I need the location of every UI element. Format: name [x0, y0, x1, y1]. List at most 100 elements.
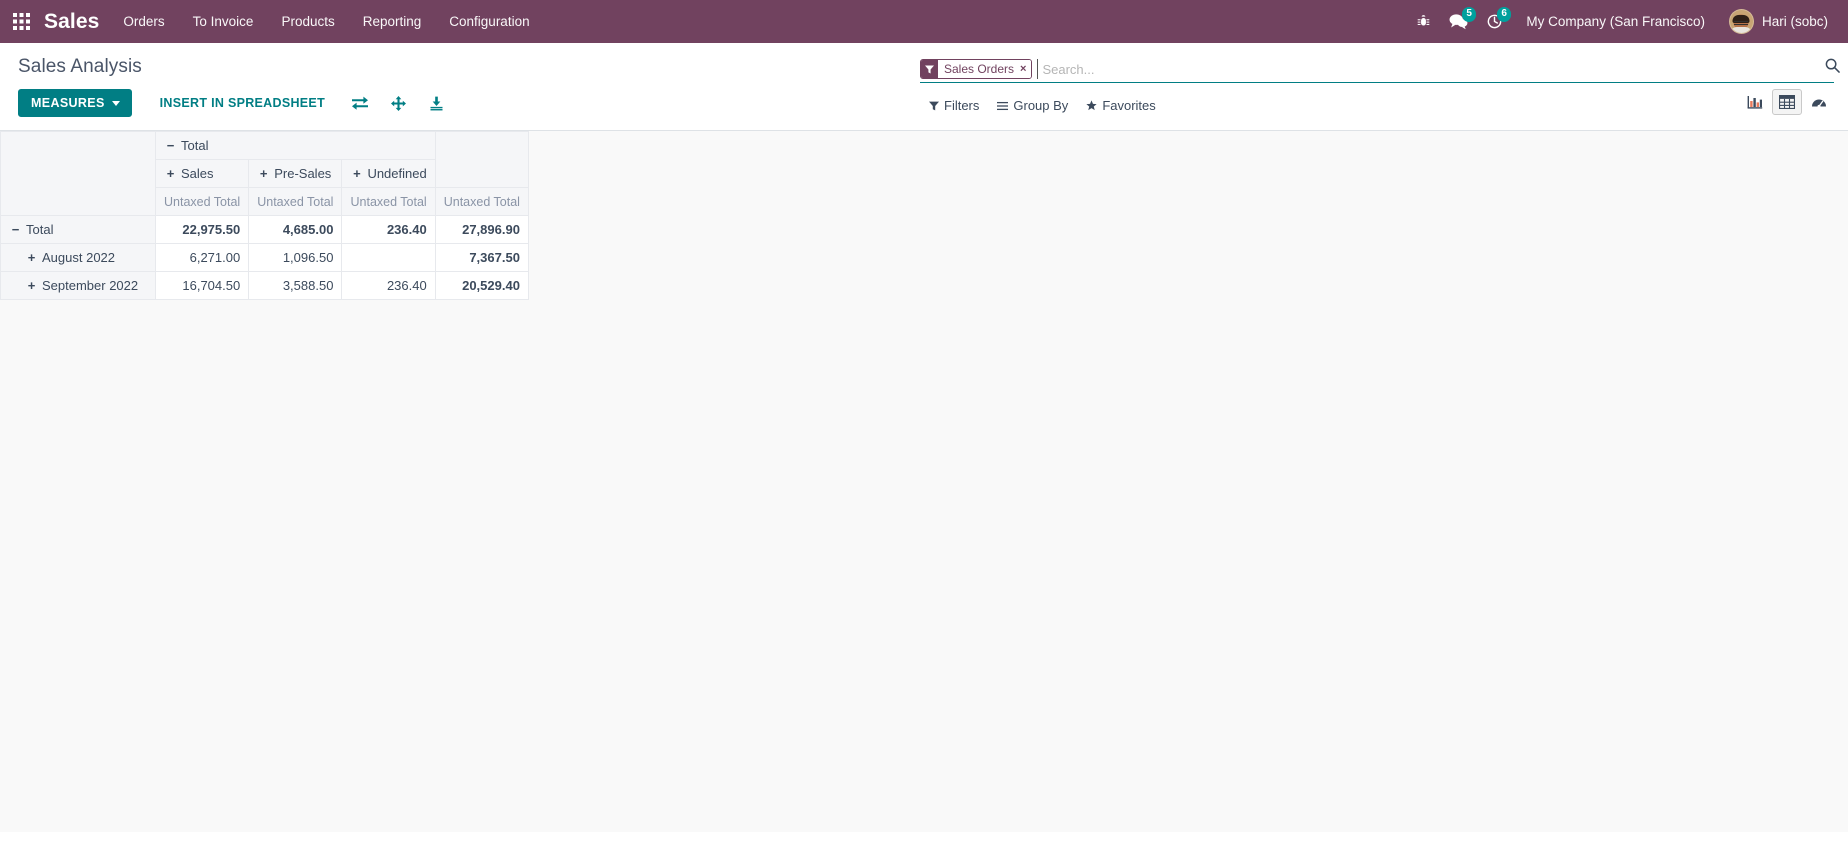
cell-total-undefined[interactable]: 236.40 — [341, 215, 436, 244]
avatar — [1728, 9, 1754, 34]
control-panel: Sales Analysis MEASURES INSERT IN SPREAD… — [0, 43, 1848, 131]
search-dropdowns: Filters Group By Favorites — [920, 93, 1834, 130]
group-by-label: Group By — [1013, 98, 1069, 113]
pivot-table-head: − Total + Sales + Pre-Sales + Undefined Unta… — [0, 131, 529, 216]
column-header-undefined[interactable]: + Undefined — [341, 159, 436, 188]
filter-funnel-icon — [921, 60, 938, 78]
company-switcher[interactable]: My Company (San Francisco) — [1512, 0, 1719, 43]
row-header-august-2022[interactable]: + August 2022 — [0, 243, 156, 272]
search-icon[interactable] — [1825, 58, 1840, 73]
pivot-table-body: − Total 22,975.50 4,685.00 236.40 27,896.… — [0, 215, 529, 300]
column-header-pre-sales-label: Pre-Sales — [274, 166, 332, 181]
column-header-pre-sales[interactable]: + Pre-Sales — [248, 159, 343, 188]
user-menu-label: Hari (sobc) — [1761, 14, 1828, 29]
clock-activity-icon[interactable]: 6 — [1477, 0, 1512, 43]
row-header-september-2022[interactable]: + September 2022 — [0, 271, 156, 300]
messages-badge: 5 — [1461, 7, 1477, 22]
star-icon — [1086, 100, 1097, 111]
column-group-total[interactable]: − Total — [155, 131, 436, 160]
insert-in-spreadsheet-button[interactable]: INSERT IN SPREADSHEET — [148, 90, 337, 116]
menu-item-configuration[interactable]: Configuration — [435, 0, 543, 43]
column-header-sales[interactable]: + Sales — [154, 159, 250, 188]
menu-item-reporting[interactable]: Reporting — [349, 0, 436, 43]
cell-september-2022-grand-total[interactable]: 20,529.40 — [434, 271, 529, 300]
expand-toggle-icon[interactable]: + — [164, 167, 177, 180]
pivot-content: − Total + Sales + Pre-Sales + Undefined Unta… — [0, 131, 1848, 832]
measure-header-undefined[interactable]: Untaxed Total — [341, 187, 436, 216]
pivot-header-row-group: − Total — [0, 131, 529, 216]
measure-header-sales[interactable]: Untaxed Total — [154, 187, 250, 216]
app-brand-sales[interactable]: Sales — [38, 0, 109, 43]
search-facet-label: Sales Orders — [938, 60, 1019, 78]
main-menu: Orders To Invoice Products Reporting Con… — [109, 0, 543, 43]
cell-total-pre-sales[interactable]: 4,685.00 — [248, 215, 343, 244]
table-row: + August 2022 6,271.00 1,096.50 7,367.50 — [0, 243, 529, 272]
cell-august-2022-sales[interactable]: 6,271.00 — [154, 243, 250, 272]
row-header-september-2022-label: September 2022 — [42, 278, 139, 293]
filters-dropdown[interactable]: Filters — [920, 93, 988, 118]
column-header-sales-label: Sales — [181, 166, 214, 181]
menu-item-products[interactable]: Products — [267, 0, 348, 43]
activities-badge: 6 — [1496, 7, 1512, 22]
measure-header-grand-total[interactable]: Untaxed Total — [434, 187, 529, 216]
download-xlsx-icon[interactable] — [421, 91, 452, 116]
expand-toggle-icon[interactable]: + — [25, 279, 38, 292]
row-header-total[interactable]: − Total — [0, 215, 156, 244]
apps-grid-icon[interactable] — [8, 9, 34, 35]
filters-label: Filters — [944, 98, 980, 113]
measures-button-label: MEASURES — [31, 96, 105, 110]
control-panel-right: Sales Orders × Search... Filters Group B… — [920, 43, 1848, 130]
expand-toggle-icon[interactable]: + — [25, 251, 38, 264]
measure-header-pre-sales[interactable]: Untaxed Total — [248, 187, 343, 216]
menu-item-to-invoice[interactable]: To Invoice — [179, 0, 268, 43]
chevron-down-icon — [111, 100, 120, 106]
cell-september-2022-sales[interactable]: 16,704.50 — [154, 271, 250, 300]
cell-august-2022-grand-total[interactable]: 7,367.50 — [434, 243, 529, 272]
cell-september-2022-undefined[interactable]: 236.40 — [341, 271, 436, 300]
search-facet-sales-orders[interactable]: Sales Orders × — [920, 59, 1033, 79]
column-header-undefined-label: Undefined — [367, 166, 427, 181]
search-input[interactable] — [1037, 59, 1834, 79]
flip-axis-icon[interactable] — [344, 91, 376, 115]
cell-august-2022-pre-sales[interactable]: 1,096.50 — [248, 243, 343, 272]
cell-total-grand-total[interactable]: 27,896.90 — [434, 215, 529, 244]
table-row: + September 2022 16,704.50 3,588.50 236.4… — [0, 271, 529, 300]
expand-toggle-icon[interactable]: + — [350, 167, 363, 180]
pivot-corner-cell — [0, 131, 156, 216]
dashboard-view-button[interactable] — [1804, 89, 1834, 115]
control-panel-left: Sales Analysis MEASURES INSERT IN SPREAD… — [0, 43, 920, 129]
bug-icon[interactable] — [1407, 0, 1440, 43]
messages-icon[interactable]: 5 — [1440, 0, 1477, 43]
pivot-view-button[interactable] — [1772, 89, 1802, 115]
graph-view-button[interactable] — [1740, 89, 1770, 115]
collapse-toggle-icon[interactable]: − — [9, 223, 22, 236]
row-header-august-2022-label: August 2022 — [42, 250, 116, 265]
top-navbar: Sales Orders To Invoice Products Reporti… — [0, 0, 1848, 43]
menu-item-orders[interactable]: Orders — [109, 0, 178, 43]
pivot-table-icon — [1779, 95, 1795, 109]
favorites-dropdown[interactable]: Favorites — [1077, 93, 1164, 118]
row-header-total-label: Total — [26, 222, 54, 237]
table-row: − Total 22,975.50 4,685.00 236.40 27,896.… — [0, 215, 529, 244]
cell-september-2022-pre-sales[interactable]: 3,588.50 — [248, 271, 343, 300]
pivot-table: − Total + Sales + Pre-Sales + Undefined Unta… — [0, 131, 529, 300]
group-by-dropdown[interactable]: Group By — [988, 93, 1077, 118]
navbar-right-section: 5 6 My Company (San Francisco) Hari (sob… — [1407, 0, 1834, 43]
page-title: Sales Analysis — [18, 56, 142, 77]
pivot-toolbar: MEASURES INSERT IN SPREADSHEET — [18, 89, 920, 129]
expand-toggle-icon[interactable]: + — [257, 167, 270, 180]
bar-chart-icon — [1747, 95, 1763, 110]
expand-all-icon[interactable] — [383, 91, 414, 116]
cell-total-sales[interactable]: 22,975.50 — [154, 215, 250, 244]
collapse-toggle-icon[interactable]: − — [164, 139, 177, 152]
favorites-label: Favorites — [1102, 98, 1156, 113]
search-bar: Sales Orders × — [920, 57, 1840, 83]
cell-august-2022-undefined[interactable] — [341, 243, 436, 272]
view-switcher — [1740, 89, 1834, 115]
list-lines-icon — [997, 101, 1009, 111]
filter-funnel-icon — [929, 101, 939, 111]
user-menu[interactable]: Hari (sobc) — [1719, 0, 1834, 43]
gauge-dashboard-icon — [1811, 95, 1827, 109]
close-icon[interactable]: × — [1018, 60, 1032, 78]
measures-button[interactable]: MEASURES — [18, 89, 132, 117]
